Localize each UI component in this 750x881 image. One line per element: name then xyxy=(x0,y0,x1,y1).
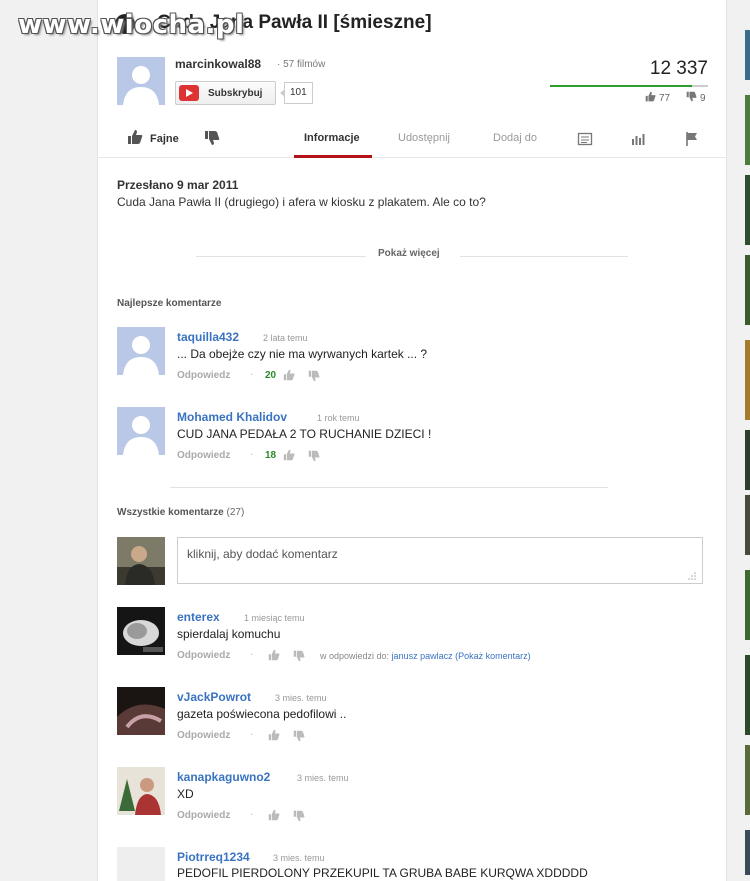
channel-video-count[interactable]: · 57 filmów xyxy=(277,59,325,70)
thumbs-down-icon[interactable] xyxy=(308,370,320,382)
reply-button[interactable]: Odpowiedz xyxy=(177,730,230,741)
comment-text: gazeta poświecona pedofilowi .. xyxy=(177,707,347,721)
comment-text: spierdalaj komuchu xyxy=(177,627,281,641)
comment-time[interactable]: 3 mies. temu xyxy=(273,853,325,863)
comment-author[interactable]: kanapkaguwno2 xyxy=(177,770,270,784)
thumbs-up-icon[interactable] xyxy=(283,449,295,461)
like-ratio-bar xyxy=(550,85,708,87)
divider xyxy=(196,256,366,257)
comment-time[interactable]: 1 rok temu xyxy=(317,413,360,423)
thumbs-up-icon xyxy=(645,91,656,105)
reply-button[interactable]: Odpowiedz xyxy=(177,450,230,461)
tab-dodaj-do[interactable]: Dodaj do xyxy=(493,132,537,144)
best-comments-heading: Najlepsze komentarze xyxy=(117,298,222,309)
dislike-button[interactable] xyxy=(204,130,220,149)
separator-dot: · xyxy=(250,369,254,380)
resize-grip-icon[interactable] xyxy=(687,568,697,580)
show-comment-link[interactable]: (Pokaż komentarz) xyxy=(455,651,531,661)
comment-author[interactable]: taquilla432 xyxy=(177,330,239,344)
comment-time[interactable]: 2 lata temu xyxy=(263,333,308,343)
flag-icon[interactable] xyxy=(684,131,700,150)
subscribe-label: Subskrybuj xyxy=(208,87,263,99)
comment-author[interactable]: Piotrreq1234 xyxy=(177,850,250,864)
in-reply-to-user[interactable]: janusz pawlacz xyxy=(392,651,453,661)
thumbs-down-icon[interactable] xyxy=(308,450,320,462)
comment-author[interactable]: Mohamed Khalidov xyxy=(177,410,287,424)
in-reply-to-label: w odpowiedzi do: xyxy=(320,651,390,661)
separator-dot: · xyxy=(250,809,254,820)
site-watermark: www.wiocha.pl xyxy=(18,10,245,40)
separator-dot: · xyxy=(250,649,254,660)
subscriber-count: 101 xyxy=(280,82,313,104)
channel-avatar[interactable] xyxy=(117,57,165,105)
thumbs-down-icon xyxy=(205,131,220,145)
comment-text: CUD JANA PEDAŁA 2 TO RUCHANIE DZIECI ! xyxy=(177,427,432,441)
dislike-count: 9 xyxy=(686,91,706,105)
thumbs-up-icon[interactable] xyxy=(283,369,295,381)
thumbs-up-icon[interactable] xyxy=(268,809,280,821)
like-button-label: Fajne xyxy=(150,132,179,145)
reply-button[interactable]: Odpowiedz xyxy=(177,810,230,821)
background-strip xyxy=(745,0,750,881)
comment-avatar[interactable] xyxy=(117,407,165,455)
comment-avatar[interactable] xyxy=(117,767,165,815)
subscribe-button[interactable]: Subskrybuj xyxy=(175,81,276,105)
tab-udostepnij[interactable]: Udostępnij xyxy=(398,132,450,144)
comment-score: 18 xyxy=(265,450,277,461)
like-button[interactable]: Fajne xyxy=(127,129,179,148)
video-description: Cuda Jana Pawła II (drugiego) i afera w … xyxy=(117,195,486,209)
transcript-icon[interactable] xyxy=(577,131,593,150)
like-count: 77 xyxy=(645,91,670,105)
channel-name[interactable]: marcinkowal88 xyxy=(175,57,261,71)
comment-input[interactable] xyxy=(187,547,667,561)
comment-time[interactable]: 3 mies. temu xyxy=(297,773,349,783)
thumbs-up-icon[interactable] xyxy=(268,729,280,741)
comment-text: ... Da obejże czy nie ma wyrwanych karte… xyxy=(177,347,428,361)
thumbs-down-icon[interactable] xyxy=(293,810,305,822)
comment-avatar[interactable] xyxy=(117,687,165,735)
all-comments-heading: Wszystkie komentarze (27) xyxy=(117,507,244,518)
reply-button[interactable]: Odpowiedz xyxy=(177,650,230,661)
divider xyxy=(460,256,628,257)
upload-date: Przesłano 9 mar 2011 xyxy=(117,178,239,192)
current-user-avatar xyxy=(117,537,165,585)
statistics-icon[interactable] xyxy=(630,131,646,150)
thumbs-up-icon[interactable] xyxy=(268,649,280,661)
comment-score: 20 xyxy=(265,370,277,381)
active-tab-indicator xyxy=(294,155,372,158)
thumbs-up-icon xyxy=(127,129,143,148)
separator-dot: · xyxy=(250,729,254,740)
comment-avatar[interactable] xyxy=(117,607,165,655)
comment-author[interactable]: vJackPowrot xyxy=(177,690,251,704)
all-comments-title: Wszystkie komentarze xyxy=(117,507,224,518)
comment-avatar[interactable] xyxy=(117,847,165,881)
thumbs-down-icon[interactable] xyxy=(293,730,305,742)
comment-time[interactable]: 3 mies. temu xyxy=(275,693,327,703)
thumbs-down-icon xyxy=(686,91,697,105)
comment-author[interactable]: enterex xyxy=(177,610,220,624)
comment-text: XD xyxy=(177,787,194,801)
comment-text: PEDOFIL PIERDOLONY PRZEKUPIL TA GRUBA BA… xyxy=(177,866,588,880)
divider xyxy=(170,487,608,488)
reply-button[interactable]: Odpowiedz xyxy=(177,370,230,381)
tab-informacje[interactable]: Informacje xyxy=(304,132,360,144)
thumbs-down-icon[interactable] xyxy=(293,650,305,662)
separator-dot: · xyxy=(250,449,254,460)
comment-avatar[interactable] xyxy=(117,327,165,375)
comment-time[interactable]: 1 miesiąc temu xyxy=(244,613,305,623)
in-reply-to: w odpowiedzi do: janusz pawlacz (Pokaż k… xyxy=(320,651,531,661)
comment-input-box[interactable] xyxy=(177,537,703,584)
like-ratio-fill xyxy=(550,85,693,87)
view-count: 12 337 xyxy=(649,58,708,79)
action-bar: Fajne Informacje Udostępnij Dodaj do xyxy=(97,122,727,158)
show-more-button[interactable]: Pokaż więcej xyxy=(378,248,440,259)
youtube-logo-icon xyxy=(179,85,199,101)
all-comments-count: (27) xyxy=(226,507,245,518)
dislike-count-value: 9 xyxy=(700,92,706,104)
like-count-value: 77 xyxy=(659,92,671,104)
